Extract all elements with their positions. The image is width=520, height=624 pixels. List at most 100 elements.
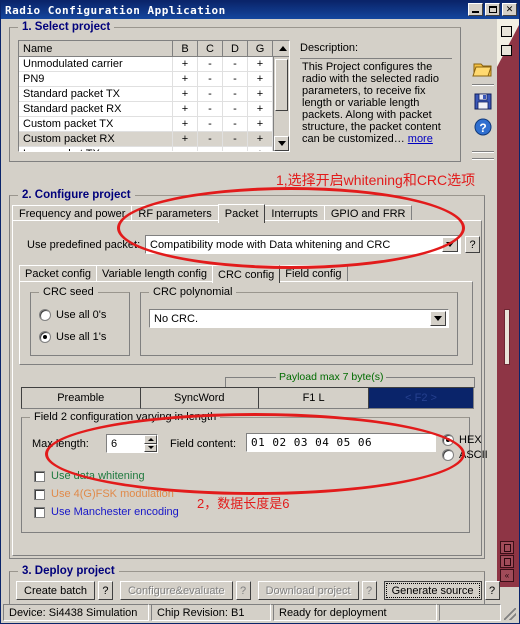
project-name-cell: Custom packet RX [19,132,173,146]
subtab-field-config[interactable]: Field config [279,265,348,281]
table-row[interactable]: PN9 + - - + [19,72,273,87]
project-b-cell: - [173,147,198,151]
table-row[interactable]: Unmodulated carrier + - - + [19,57,273,72]
table-row[interactable]: Standard packet RX + - - + [19,102,273,117]
project-c-cell: - [198,117,223,131]
tab-packet[interactable]: Packet [217,204,266,223]
checkbox-use-4gfsk-modulation[interactable]: Use 4(G)FSK modulation [34,488,174,500]
crc-polynomial-legend: CRC polynomial [149,286,237,298]
project-table[interactable]: Name B C D G Unmodulated carrier + - - + PN9 +… [18,40,290,152]
table-row[interactable]: Long packet TX---+ [19,147,273,151]
crc-polynomial-combobox[interactable]: No CRC. [149,309,449,328]
subtab-packet-config[interactable]: Packet config [19,265,98,281]
project-b-cell: + [173,117,198,131]
max-length-spinner[interactable]: 6 [106,434,158,453]
subtab-crc-config[interactable]: CRC config [212,265,281,283]
checkbox-indicator [34,488,45,500]
tab-gpio-and-frr[interactable]: GPIO and FRR [323,205,413,221]
field-segment-f1-l[interactable]: F1 L [258,387,370,409]
generate-source-help-button[interactable]: ? [484,581,500,600]
rail-separator-3 [472,158,494,160]
save-project-button[interactable] [472,90,494,112]
description-more-link[interactable]: more [408,133,433,145]
configure-evaluate-help-button: ? [235,581,251,600]
create-batch-help-button[interactable]: ? [97,581,113,600]
resize-grip[interactable] [503,604,517,621]
project-d-cell: - [223,102,248,116]
packet-tab-strip: Frequency and power RF parameters Packet In… [12,204,413,223]
subtab-variable-length-config[interactable]: Variable length config [96,265,214,281]
project-d-cell: - [223,132,248,146]
checkbox-use-manchester-encoding[interactable]: Use Manchester encoding [34,506,179,518]
triangle-up-icon [147,437,154,441]
crc-seed-option-ones[interactable]: Use all 1's [39,331,106,343]
rail-collapse-button[interactable] [500,555,514,568]
rail-restore-button[interactable] [500,541,514,554]
rail-checkbox-second[interactable] [501,45,512,56]
crc-polynomial-dropdown-button[interactable] [430,311,446,326]
field2-config-group: Field 2 configuration varying in length … [21,411,488,533]
predefined-packet-combobox[interactable]: Compatibility mode with Data whitening a… [145,235,461,254]
predefined-packet-help-button[interactable]: ? [465,236,480,253]
generate-source-button[interactable]: Generate source [383,581,482,600]
status-extra [439,604,501,621]
table-row[interactable]: Custom packet RX + - - + [19,132,273,147]
format-option-ascii[interactable]: ASCII [442,449,488,461]
predefined-packet-label: Use predefined packet: [27,239,141,251]
download-project-help-button: ? [361,581,377,600]
chevron-down-icon [446,242,454,247]
maximize-button[interactable] [485,3,500,16]
column-header-c[interactable]: C [198,41,223,57]
checkbox-use-data-whitening[interactable]: Use data whitening [34,470,145,482]
tab-frequency-and-power[interactable]: Frequency and power [12,205,133,221]
project-name-cell: Standard packet TX [19,87,173,101]
triangle-up-icon [279,46,287,51]
rail-checkbox-top[interactable] [501,26,512,37]
project-c-cell: - [198,72,223,86]
table-row[interactable]: Custom packet TX + - - + [19,117,273,132]
table-row[interactable]: Standard packet TX + - - + [19,87,273,102]
column-header-d[interactable]: D [223,41,248,57]
minimize-button[interactable] [468,3,483,16]
status-bar: Device: Si4438 Simulation Chip Revision:… [3,604,517,621]
open-project-button[interactable] [472,58,494,80]
field-segment-preamble[interactable]: Preamble [21,387,141,409]
rail-scrollbar-thumb[interactable] [504,309,510,365]
create-batch-button[interactable]: Create batch [16,581,95,600]
radio-indicator-selected [442,434,454,446]
project-scroll-up-button[interactable] [273,41,289,57]
save-disk-icon [474,93,492,110]
field-segment-f2[interactable]: < F2 > [368,387,474,409]
rail-button-group: « [500,541,515,583]
help-button[interactable]: ? [472,116,494,138]
close-button[interactable]: ✕ [502,3,517,16]
max-length-decrement-button[interactable] [144,443,157,452]
predefined-packet-dropdown-button[interactable] [442,237,458,252]
crc-seed-option-zeros[interactable]: Use all 0's [39,309,106,321]
format-option-hex[interactable]: HEX [442,434,482,446]
project-scroll-down-button[interactable] [274,136,289,151]
project-vertical-scrollbar[interactable] [273,57,289,151]
max-length-increment-button[interactable] [144,435,157,444]
project-name-cell: Custom packet TX [19,117,173,131]
column-header-b[interactable]: B [173,41,198,57]
column-header-name[interactable]: Name [19,41,173,57]
max-length-value[interactable]: 6 [107,438,144,450]
field-segment-syncword[interactable]: SyncWord [139,387,260,409]
description-box: This Project configures the radio with t… [300,58,452,152]
open-folder-icon [472,63,492,77]
select-project-legend: 1. Select project [18,21,115,33]
minimize-icon [472,11,479,13]
field-content-input[interactable]: 01 02 03 04 05 06 [246,433,436,452]
project-scrollbar-thumb[interactable] [275,59,288,111]
project-g-cell: + [248,132,273,146]
rail-separator-1 [472,84,494,86]
column-header-g[interactable]: G [248,41,273,57]
project-name-cell: Long packet TX [19,147,173,151]
checkbox-use-manchester-encoding-label: Use Manchester encoding [51,506,179,518]
tab-rf-parameters[interactable]: RF parameters [131,205,219,221]
project-b-cell: + [173,132,198,146]
max-length-label: Max length: [32,438,89,450]
tab-interrupts[interactable]: Interrupts [264,205,325,221]
download-project-button: Download project [257,581,359,600]
